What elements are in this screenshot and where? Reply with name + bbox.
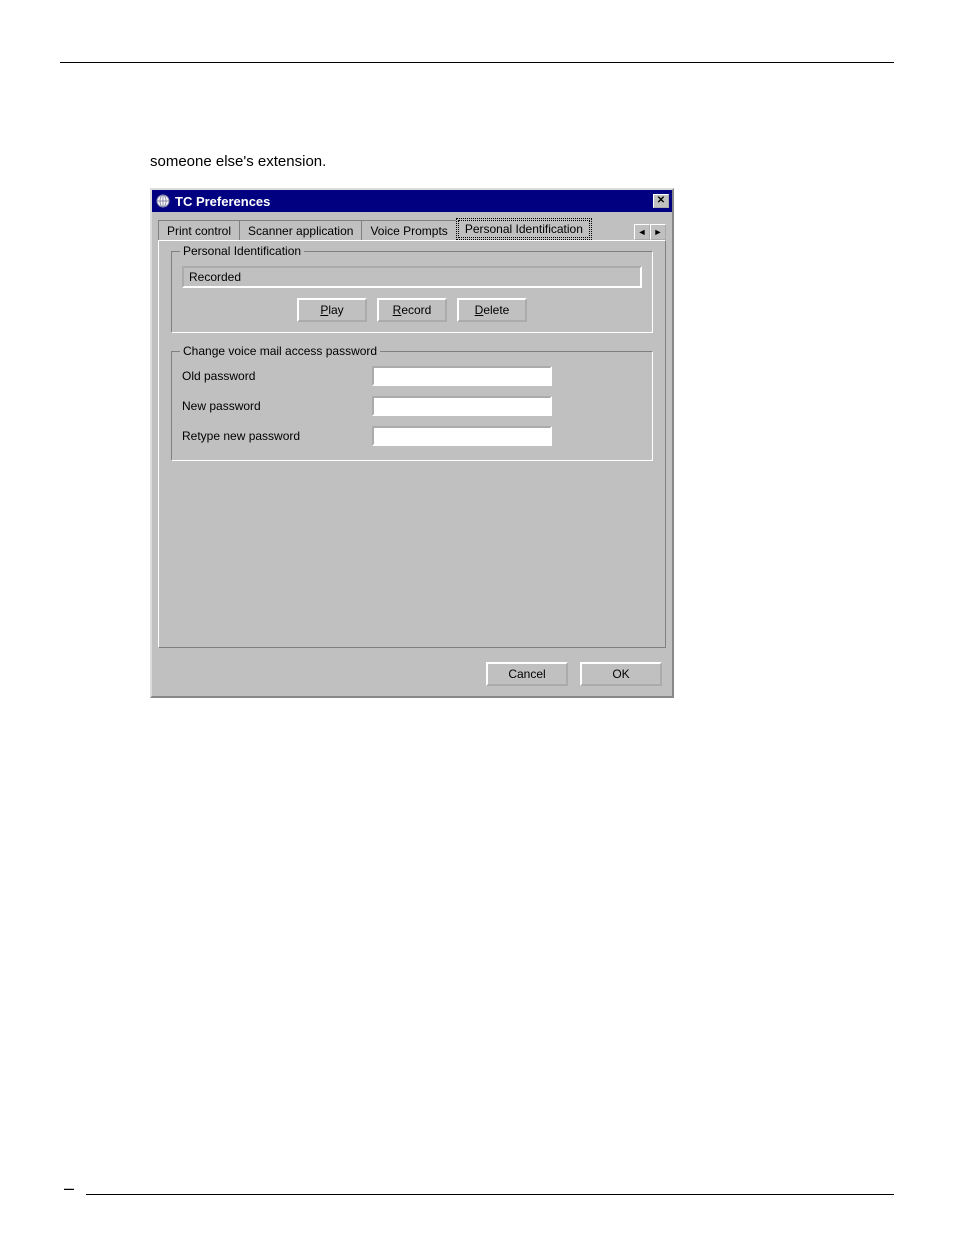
app-icon <box>155 193 171 209</box>
tab-panel-personal-identification: Personal Identification Recorded Play Re… <box>158 240 666 648</box>
retype-password-label: Retype new password <box>182 429 372 443</box>
tab-personal-identification[interactable]: Personal Identification <box>456 218 592 240</box>
delete-button[interactable]: Delete <box>457 298 527 322</box>
dialog-title: TC Preferences <box>175 194 653 209</box>
ok-button[interactable]: OK <box>580 662 662 686</box>
group-change-password: Change voice mail access password Old pa… <box>171 351 653 461</box>
new-password-label: New password <box>182 399 372 413</box>
titlebar: TC Preferences ✕ <box>152 190 672 212</box>
recording-status-field: Recorded <box>182 266 642 288</box>
top-horizontal-rule <box>60 62 894 63</box>
cancel-button[interactable]: Cancel <box>486 662 568 686</box>
intro-text: someone else's extension. <box>150 153 894 170</box>
bottom-horizontal-rule <box>86 1194 894 1195</box>
tab-scanner-application[interactable]: Scanner application <box>239 220 362 241</box>
group-change-password-legend: Change voice mail access password <box>180 344 380 358</box>
dialog-footer: Cancel OK <box>152 654 672 696</box>
old-password-input[interactable] <box>372 366 552 386</box>
tab-strip: Print control Scanner application Voice … <box>152 212 672 240</box>
group-personal-identification: Personal Identification Recorded Play Re… <box>171 251 653 333</box>
tab-scroll-right[interactable]: ► <box>650 224 666 240</box>
tab-print-control[interactable]: Print control <box>158 220 240 241</box>
close-button[interactable]: ✕ <box>653 194 669 208</box>
record-button[interactable]: Record <box>377 298 447 322</box>
old-password-label: Old password <box>182 369 372 383</box>
new-password-input[interactable] <box>372 396 552 416</box>
footer-dash: – <box>64 1178 74 1199</box>
group-personal-identification-legend: Personal Identification <box>180 244 304 258</box>
tab-voice-prompts[interactable]: Voice Prompts <box>361 220 456 241</box>
preferences-dialog: TC Preferences ✕ Print control Scanner a… <box>150 188 674 698</box>
play-button[interactable]: Play <box>297 298 367 322</box>
tab-scroll-left[interactable]: ◄ <box>634 224 650 240</box>
retype-password-input[interactable] <box>372 426 552 446</box>
